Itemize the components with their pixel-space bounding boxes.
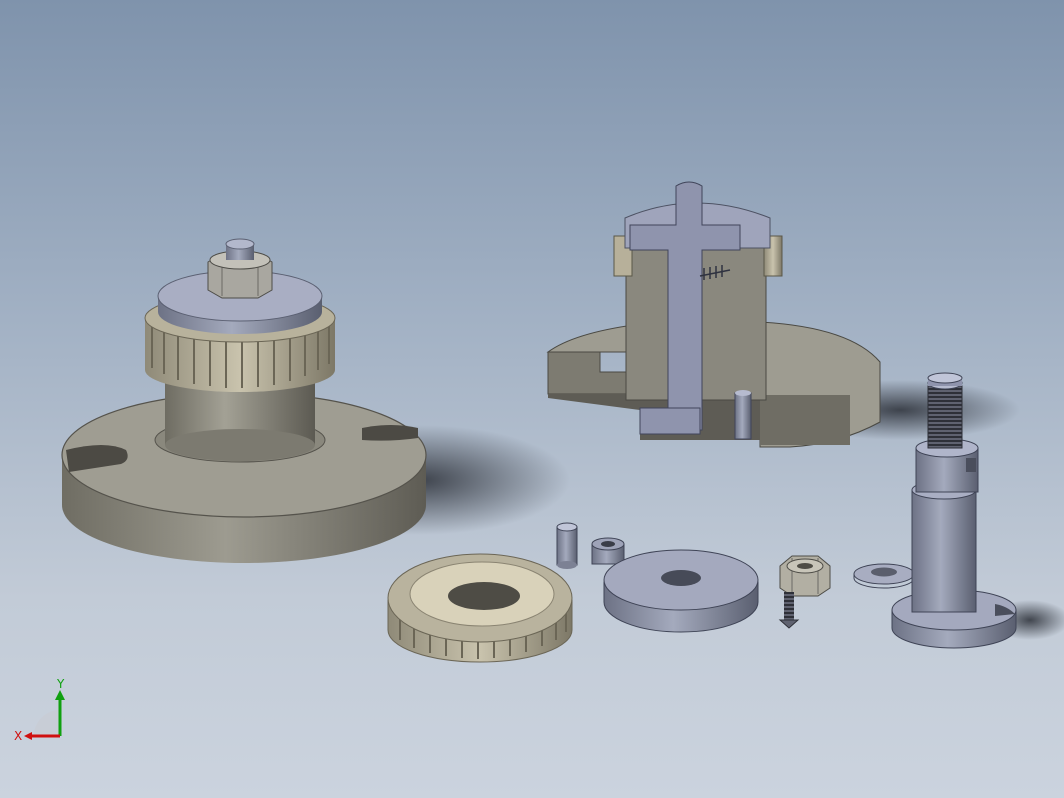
base-cut-left: [547, 351, 631, 395]
bushing[interactable]: [591, 537, 625, 565]
hex-nut[interactable]: [779, 555, 831, 597]
model-scene: [61, 181, 1064, 663]
hub-bottom: [165, 429, 315, 461]
x-axis-label: X: [14, 729, 22, 743]
cad-viewport[interactable]: Y X: [0, 0, 1064, 798]
orientation-triad[interactable]: Y X: [14, 678, 78, 748]
triad-plane-xy: [34, 710, 60, 736]
washer-disc[interactable]: [603, 549, 759, 633]
flat-washer[interactable]: [853, 563, 915, 589]
section-dowel: [734, 392, 752, 440]
set-screw[interactable]: [778, 592, 800, 629]
slot-right: [362, 425, 418, 441]
spur-gear[interactable]: [387, 553, 573, 663]
y-axis-head: [55, 690, 65, 700]
dowel-pin[interactable]: [556, 522, 578, 569]
x-axis-head: [24, 732, 32, 740]
y-axis-label: Y: [56, 678, 65, 691]
gear-bore: [448, 582, 520, 610]
assembled-fixture[interactable]: [61, 238, 570, 563]
